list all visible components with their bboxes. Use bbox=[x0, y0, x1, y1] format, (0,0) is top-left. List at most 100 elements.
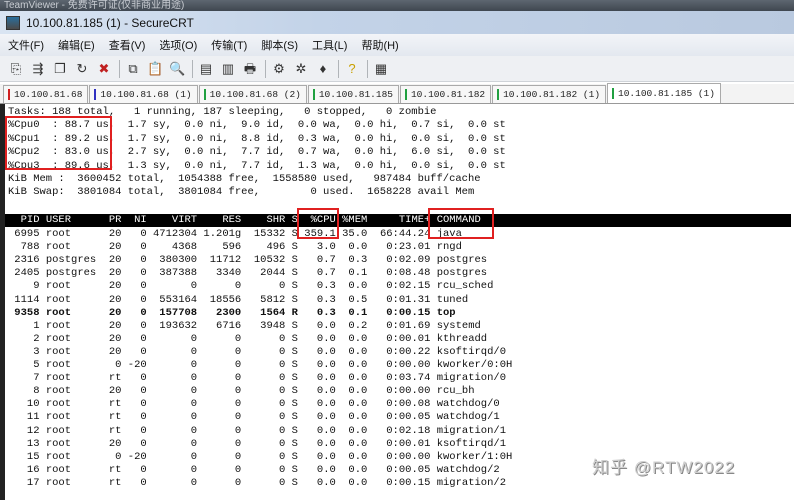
cell-pid: 2405 bbox=[8, 267, 40, 280]
cell-s: S bbox=[291, 254, 298, 267]
find-icon[interactable]: 🔍 bbox=[169, 61, 185, 77]
cell-pr: rt bbox=[102, 372, 122, 385]
cell-command: ksoftirqd/0 bbox=[436, 345, 506, 358]
cell-time: 0:01.31 bbox=[373, 293, 431, 306]
cell-time: 0:23.01 bbox=[373, 241, 431, 254]
cell-time: 0:02.15 bbox=[373, 280, 431, 293]
process-row: 788 root 20 0 4368 596 496 S 3.0 0.0 0:2… bbox=[8, 241, 462, 254]
session-tab[interactable]: 10.100.81.68 bbox=[3, 85, 89, 103]
cell-command: kworker/1:0H bbox=[436, 450, 513, 463]
menu-item[interactable]: 编辑(E) bbox=[58, 37, 95, 53]
cell-user: root bbox=[45, 332, 97, 345]
cell-pr: 20 bbox=[102, 280, 122, 293]
cell-time: 0:00.15 bbox=[373, 306, 431, 319]
cell-pid: 17 bbox=[8, 476, 40, 489]
cell-shr: 0 bbox=[247, 332, 286, 345]
keymap-icon[interactable]: ♦ bbox=[315, 61, 331, 77]
terminal[interactable]: Tasks: 188 total, 1 running, 187 sleepin… bbox=[0, 104, 794, 500]
session-tab[interactable]: 10.100.81.182 (1) bbox=[492, 85, 607, 103]
session-tab[interactable]: 10.100.81.68 (1) bbox=[89, 85, 198, 103]
cell-pid: 3 bbox=[8, 345, 40, 358]
process-row: 13 root 20 0 0 0 0 S 0.0 0.0 0:00.01 kso… bbox=[8, 438, 506, 451]
cell-ni: 0 bbox=[127, 476, 147, 489]
session-tab[interactable]: 10.100.81.182 bbox=[399, 85, 492, 103]
connect-icon[interactable]: ⎘ bbox=[8, 61, 24, 77]
session-tab[interactable]: 10.100.81.185 (1) bbox=[607, 83, 721, 103]
cell-mem: 0.0 bbox=[342, 332, 368, 345]
print-icon[interactable]: 🖶 bbox=[242, 61, 258, 77]
process-row: 7 root rt 0 0 0 0 S 0.0 0.0 0:03.74 migr… bbox=[8, 372, 506, 385]
cell-mem: 0.0 bbox=[342, 385, 368, 398]
tab-status-indicator bbox=[8, 89, 10, 100]
cell-pr: 20 bbox=[102, 267, 122, 280]
cell-pid: 1 bbox=[8, 319, 40, 332]
menu-item[interactable]: 工具(L) bbox=[312, 37, 347, 53]
disconnect-icon[interactable]: ✖ bbox=[96, 61, 112, 77]
cell-shr: 0 bbox=[247, 280, 286, 293]
cell-pr: rt bbox=[102, 476, 122, 489]
cell-time: 0:00.00 bbox=[373, 385, 431, 398]
session-tab[interactable]: 10.100.81.68 (2) bbox=[198, 85, 307, 103]
process-row: 6995 root 20 0 4712304 1.201g 15332 S 35… bbox=[8, 228, 462, 241]
cell-shr: 0 bbox=[247, 463, 286, 476]
help-icon[interactable]: ? bbox=[344, 61, 360, 77]
process-row: 11 root rt 0 0 0 0 S 0.0 0.0 0:00.05 wat… bbox=[8, 411, 500, 424]
menu-item[interactable]: 选项(O) bbox=[159, 37, 197, 53]
cell-pid: 6995 bbox=[8, 228, 40, 240]
menu-item[interactable]: 传输(T) bbox=[211, 37, 247, 53]
tab-label: 10.100.81.182 (1) bbox=[503, 89, 601, 100]
cell-res: 0 bbox=[203, 385, 242, 398]
print-setup-icon[interactable]: ▤ bbox=[198, 61, 214, 77]
reconnect-icon[interactable]: ↻ bbox=[74, 61, 90, 77]
session-tab[interactable]: 10.100.81.185 bbox=[307, 85, 399, 103]
cell-s: S bbox=[291, 345, 298, 358]
cell-s: S bbox=[291, 424, 298, 437]
process-row: 2 root 20 0 0 0 0 S 0.0 0.0 0:00.01 kthr… bbox=[8, 333, 487, 346]
menu-item[interactable]: 脚本(S) bbox=[261, 37, 298, 53]
cell-virt: 193632 bbox=[153, 319, 198, 332]
menu-item[interactable]: 帮助(H) bbox=[361, 37, 398, 53]
cell-pr: rt bbox=[102, 463, 122, 476]
cell-shr: 0 bbox=[247, 372, 286, 385]
cell-mem: 0.5 bbox=[342, 293, 368, 306]
cell-s: R bbox=[291, 306, 298, 319]
cell-user: postgres bbox=[45, 254, 97, 267]
cell-user: root bbox=[45, 372, 97, 385]
connect-tab-icon[interactable]: ❐ bbox=[52, 61, 68, 77]
cell-user: root bbox=[45, 424, 97, 437]
cell-virt: 0 bbox=[153, 332, 198, 345]
cell-ni: 0 bbox=[127, 345, 147, 358]
cell-cpu: 0.0 bbox=[304, 398, 336, 411]
cell-virt: 0 bbox=[153, 372, 198, 385]
session-options-icon[interactable]: ⚙ bbox=[271, 61, 287, 77]
cell-user: root bbox=[45, 319, 97, 332]
cell-pid: 13 bbox=[8, 437, 40, 450]
process-row: 1114 root 20 0 553164 18556 5812 S 0.3 0… bbox=[8, 294, 468, 307]
cell-user: root bbox=[45, 241, 97, 254]
menu-item[interactable]: 文件(F) bbox=[8, 37, 44, 53]
cell-pr: 20 bbox=[102, 254, 122, 267]
cell-command: rcu_bh bbox=[436, 385, 475, 398]
cell-command: ksoftirqd/1 bbox=[436, 437, 506, 450]
cell-virt: 0 bbox=[153, 424, 198, 437]
global-options-icon[interactable]: ✲ bbox=[293, 61, 309, 77]
cell-user: root bbox=[45, 437, 97, 450]
print-selection-icon[interactable]: ▥ bbox=[220, 61, 236, 77]
cell-ni: 0 bbox=[127, 411, 147, 424]
cell-mem: 0.1 bbox=[342, 267, 368, 280]
menu-item[interactable]: 查看(V) bbox=[109, 37, 146, 53]
log-icon[interactable]: ▦ bbox=[373, 61, 389, 77]
cell-command: postgres bbox=[436, 254, 488, 267]
cell-cpu: 0.3 bbox=[304, 280, 336, 293]
cell-s: S bbox=[291, 319, 298, 332]
copy-icon[interactable]: ⧉ bbox=[125, 61, 141, 77]
cell-cpu: 0.7 bbox=[304, 254, 336, 267]
quick-connect-icon[interactable]: ⇶ bbox=[30, 61, 46, 77]
cell-pid: 5 bbox=[8, 359, 40, 371]
cell-cpu: 0.0 bbox=[304, 463, 336, 476]
cell-pr: rt bbox=[102, 411, 122, 424]
cell-ni: 0 bbox=[127, 241, 147, 254]
cell-mem: 0.0 bbox=[342, 463, 368, 476]
cell-command: systemd bbox=[436, 319, 481, 332]
paste-icon[interactable]: 📋 bbox=[147, 61, 163, 77]
